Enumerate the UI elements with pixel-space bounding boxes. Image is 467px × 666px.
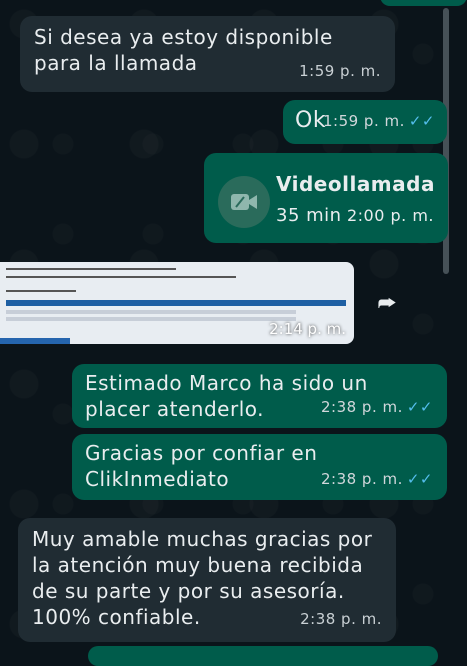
- forward-icon[interactable]: ⮫: [370, 290, 404, 316]
- call-duration: 35 min: [276, 205, 342, 226]
- video-call-bubble[interactable]: Videollamada 35 min 2:00 p. m.: [204, 153, 448, 243]
- double-check-icon: ✓✓: [406, 470, 433, 488]
- message-text: Gracias por confiar en ClikInmediato: [85, 441, 318, 491]
- document-table-header: [6, 300, 346, 306]
- message-text: Si desea ya estoy disponible para la lla…: [34, 25, 333, 75]
- message-meta: 2:38 p. m. ✓✓: [321, 466, 433, 492]
- message-meta: 2:38 p. m. ✓✓: [321, 394, 433, 420]
- message-time: 2:38 p. m.: [320, 398, 403, 416]
- message-bubble-outgoing[interactable]: Estimado Marco ha sido un placer atender…: [72, 364, 447, 428]
- message-time: 2:14 p. m.: [269, 320, 346, 338]
- double-check-icon: ✓✓: [408, 112, 435, 130]
- call-title: Videollamada: [276, 172, 435, 196]
- document-line: [6, 290, 76, 292]
- message-time: 2:38 p. m.: [320, 470, 403, 488]
- message-time: 2:00 p. m.: [346, 206, 434, 225]
- message-time: 1:59 p. m.: [299, 62, 381, 80]
- message-bubble-outgoing[interactable]: Ok 1:59 p. m. ✓✓: [283, 100, 447, 144]
- document-line: [6, 268, 176, 270]
- message-meta: 1:59 p. m. ✓✓: [323, 108, 435, 134]
- message-text: Ok: [295, 108, 327, 133]
- image-message[interactable]: 2:14 p. m.: [0, 262, 354, 344]
- message-time: 1:59 p. m.: [322, 112, 405, 130]
- message-bubble-incoming[interactable]: Muy amable muchas gracias por la atenció…: [18, 518, 396, 642]
- document-table-row: [6, 310, 296, 314]
- next-outgoing-bubble[interactable]: [88, 646, 438, 666]
- document-footer-tag: [0, 338, 70, 344]
- document-table-row: [6, 317, 296, 321]
- double-check-icon: ✓✓: [406, 398, 433, 416]
- document-line: [6, 276, 236, 278]
- video-camera-icon: [218, 176, 270, 228]
- previous-outgoing-bubble[interactable]: [380, 0, 467, 6]
- message-time: 2:38 p. m.: [300, 610, 382, 628]
- message-bubble-outgoing[interactable]: Gracias por confiar en ClikInmediato 2:3…: [72, 434, 447, 500]
- message-bubble-incoming[interactable]: Si desea ya estoy disponible para la lla…: [20, 16, 395, 92]
